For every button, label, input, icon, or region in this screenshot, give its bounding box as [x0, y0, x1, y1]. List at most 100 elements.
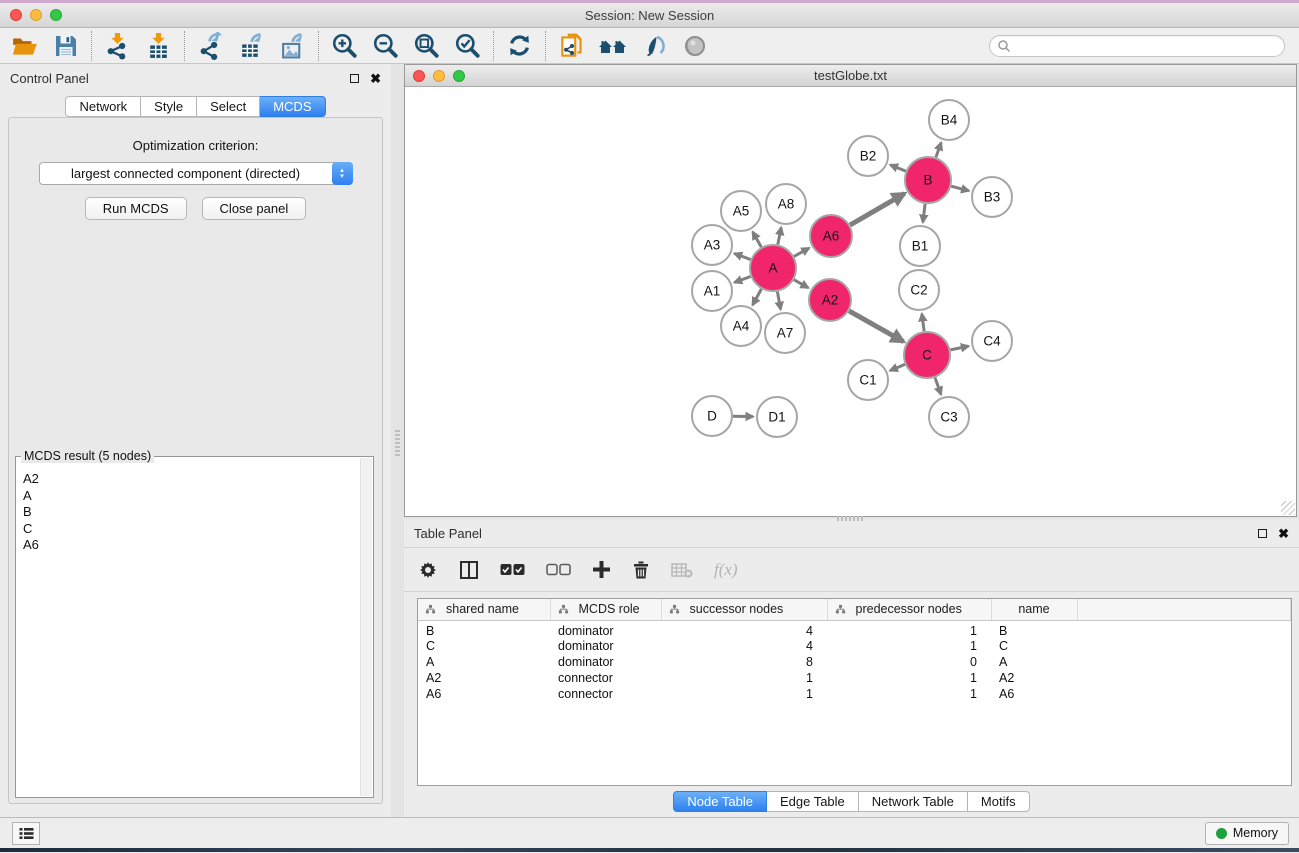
graph-edge-B-B2[interactable] — [890, 165, 905, 171]
graph-node-B[interactable]: B — [905, 157, 951, 203]
graph-edge-A-A1[interactable] — [735, 277, 751, 283]
graph-edge-A-A8[interactable] — [778, 228, 781, 245]
graph-node-C2[interactable]: C2 — [899, 270, 939, 310]
column-header-predecessor-nodes[interactable]: predecessor nodes — [827, 599, 991, 620]
graph-node-B4[interactable]: B4 — [929, 100, 969, 140]
split-divider-vertical[interactable] — [395, 430, 400, 458]
table-cell[interactable]: 4 — [661, 620, 827, 638]
table-cell[interactable]: 1 — [827, 638, 991, 654]
float-table-panel-icon[interactable] — [1258, 529, 1267, 538]
tab-edge-table[interactable]: Edge Table — [767, 791, 859, 812]
table-row[interactable]: A2connector11A2 — [418, 670, 1291, 686]
export-image-button[interactable] — [272, 30, 313, 62]
graph-node-A2[interactable]: A2 — [809, 279, 851, 321]
network-window-titlebar[interactable]: testGlobe.txt — [405, 65, 1296, 87]
table-cell[interactable]: A2 — [418, 670, 550, 686]
network-minimize-button[interactable] — [433, 70, 445, 82]
create-column-button[interactable] — [592, 560, 611, 579]
result-item[interactable]: A2 — [23, 471, 359, 488]
zoom-selected-button[interactable] — [447, 30, 488, 62]
close-table-panel-icon[interactable]: ✖ — [1278, 527, 1289, 540]
close-panel-button[interactable]: Close panel — [202, 197, 307, 220]
import-table-button[interactable] — [138, 30, 179, 62]
table-cell[interactable]: 4 — [661, 638, 827, 654]
table-cell[interactable]: connector — [550, 670, 661, 686]
table-row[interactable]: Bdominator41B — [418, 620, 1291, 638]
graph-edge-C-C3[interactable] — [935, 378, 941, 395]
maximize-window-button[interactable] — [50, 9, 62, 21]
export-table-button[interactable] — [231, 30, 272, 62]
graph-edge-B-B3[interactable] — [951, 186, 969, 191]
graph-node-C4[interactable]: C4 — [972, 321, 1012, 361]
graph-edge-C-C1[interactable] — [890, 364, 905, 370]
table-cell[interactable]: 1 — [827, 686, 991, 702]
split-divider-horizontal[interactable] — [837, 516, 865, 521]
tab-network[interactable]: Network — [65, 96, 141, 117]
show-hide-view-button[interactable] — [674, 30, 715, 62]
graph-node-D[interactable]: D — [692, 396, 732, 436]
window-titlebar[interactable]: Session: New Session — [0, 3, 1299, 28]
close-window-button[interactable] — [10, 9, 22, 21]
zoom-fit-button[interactable] — [406, 30, 447, 62]
deselect-all-columns-button[interactable] — [546, 563, 571, 576]
graph-edge-B-B4[interactable] — [936, 143, 941, 158]
network-maximize-button[interactable] — [453, 70, 465, 82]
table-cell[interactable]: C — [418, 638, 550, 654]
result-item[interactable]: B — [23, 504, 359, 521]
select-stepper-icon[interactable]: ▴▾ — [332, 162, 353, 185]
table-cell[interactable]: A — [991, 654, 1077, 670]
graph-edge-A-A2[interactable] — [794, 280, 808, 288]
float-panel-icon[interactable] — [350, 74, 359, 83]
graph-edge-A6-B[interactable] — [850, 194, 905, 226]
task-history-button[interactable] — [12, 822, 40, 845]
graph-node-B3[interactable]: B3 — [972, 177, 1012, 217]
table-cell[interactable]: dominator — [550, 654, 661, 670]
apply-layout-button[interactable] — [499, 30, 540, 62]
table-cell[interactable]: connector — [550, 686, 661, 702]
table-row[interactable]: Adominator80A — [418, 654, 1291, 670]
table-cell[interactable]: A6 — [418, 686, 550, 702]
table-cell[interactable]: 1 — [661, 686, 827, 702]
graph-node-A[interactable]: A — [750, 245, 796, 291]
duplicate-network-button[interactable] — [551, 30, 592, 62]
show-columns-button[interactable] — [459, 560, 479, 580]
graph-edge-A-A3[interactable] — [735, 254, 751, 260]
result-item[interactable]: A6 — [23, 537, 359, 554]
table-cell[interactable]: A2 — [991, 670, 1077, 686]
delete-table-button[interactable] — [671, 562, 693, 578]
graph-edge-C-C2[interactable] — [922, 314, 924, 331]
result-scrollbar[interactable] — [360, 458, 372, 796]
close-panel-icon[interactable]: ✖ — [370, 72, 381, 85]
search-input[interactable] — [1011, 39, 1277, 53]
column-header-mcds-role[interactable]: MCDS role — [550, 599, 661, 620]
search-box[interactable] — [989, 35, 1285, 57]
graphics-details-button[interactable] — [633, 30, 674, 62]
table-cell[interactable]: A — [418, 654, 550, 670]
graph-node-A1[interactable]: A1 — [692, 271, 732, 311]
column-header-shared-name[interactable]: shared name — [418, 599, 550, 620]
table-cell[interactable]: dominator — [550, 620, 661, 638]
column-header-name[interactable]: name — [991, 599, 1077, 620]
table-cell[interactable]: 8 — [661, 654, 827, 670]
result-item[interactable]: C — [23, 521, 359, 538]
graph-node-A6[interactable]: A6 — [810, 215, 852, 257]
network-home-button[interactable] — [592, 30, 633, 62]
select-all-columns-button[interactable] — [500, 563, 525, 576]
table-cell[interactable]: dominator — [550, 638, 661, 654]
tab-network-table[interactable]: Network Table — [859, 791, 968, 812]
result-item[interactable]: A — [23, 488, 359, 505]
network-close-button[interactable] — [413, 70, 425, 82]
table-cell[interactable]: B — [418, 620, 550, 638]
tab-mcds[interactable]: MCDS — [260, 96, 325, 117]
table-row[interactable]: A6connector11A6 — [418, 686, 1291, 702]
tab-motifs[interactable]: Motifs — [968, 791, 1030, 812]
table-cell[interactable]: B — [991, 620, 1077, 638]
graph-edge-C-C4[interactable] — [951, 346, 969, 350]
table-cell[interactable]: C — [991, 638, 1077, 654]
table-settings-button[interactable] — [418, 560, 438, 580]
graph-node-A4[interactable]: A4 — [721, 306, 761, 346]
graph-node-A3[interactable]: A3 — [692, 225, 732, 265]
column-header-successor-nodes[interactable]: successor nodes — [661, 599, 827, 620]
graph-edge-A-A7[interactable] — [777, 292, 780, 310]
graph-edge-A-A6[interactable] — [794, 248, 809, 256]
